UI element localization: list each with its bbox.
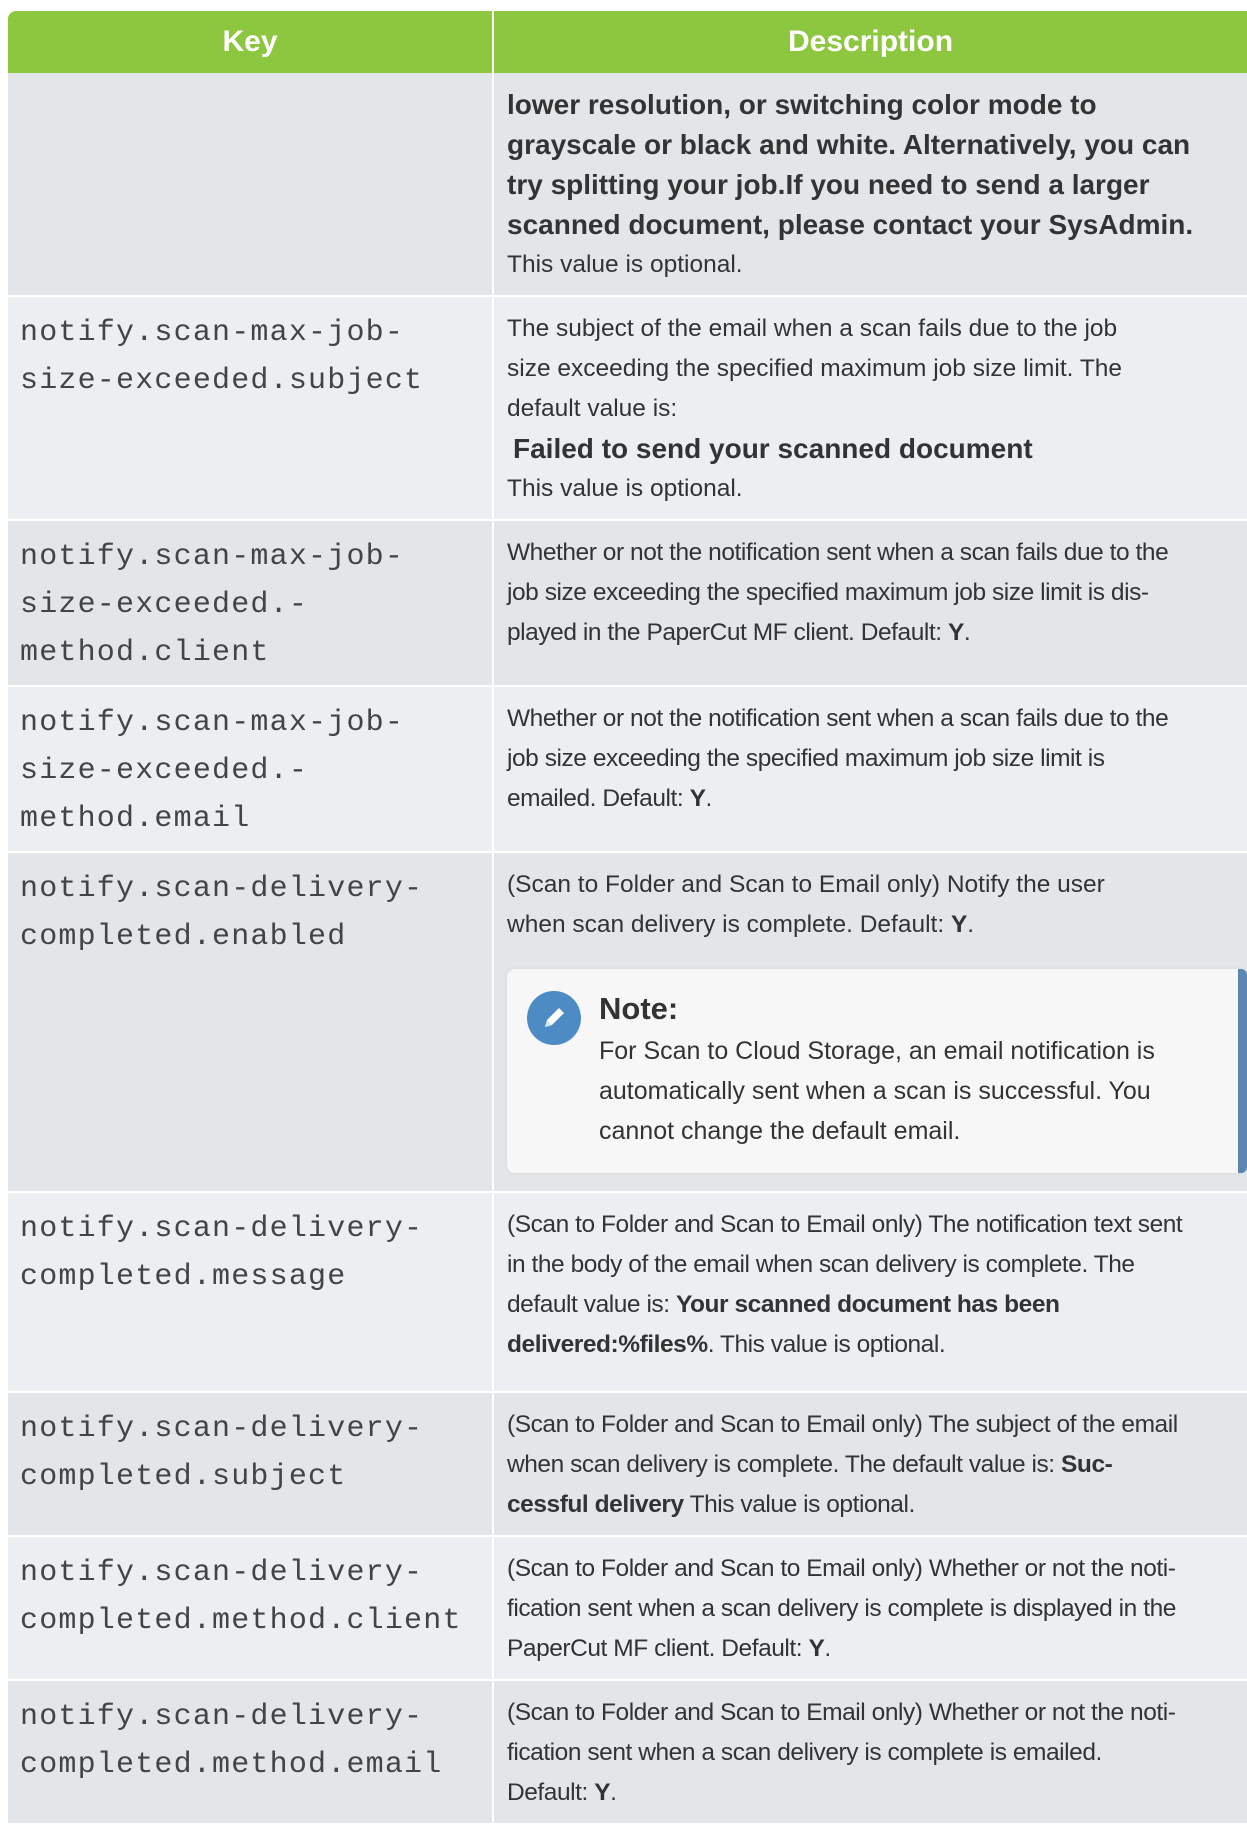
description-cell: Whether or not the notification sent whe… bbox=[493, 686, 1247, 853]
description-line: grayscale or black and white. Alternativ… bbox=[507, 129, 1191, 160]
table-row: notify.scan-delivery- completed.message … bbox=[8, 1192, 1247, 1393]
description-line: Whether or not the notification sent whe… bbox=[507, 539, 1169, 566]
table-row: notify.scan-delivery- completed.method.c… bbox=[8, 1536, 1247, 1681]
note-line: cannot change the default email. bbox=[599, 1117, 961, 1145]
description-cell: (Scan to Folder and Scan to Email only) … bbox=[493, 1192, 1247, 1393]
key-cell: notify.scan-max-job- size-exceeded.subje… bbox=[8, 296, 494, 521]
key-cell: notify.scan-delivery- completed.method.c… bbox=[8, 1536, 494, 1681]
default-value: Y bbox=[594, 1779, 611, 1806]
table-row: notify.scan-max-job- size-exceeded.subje… bbox=[8, 296, 1247, 521]
key-name-line: size-exceeded.- bbox=[20, 754, 309, 788]
description-line: job size exceeding the specified maximum… bbox=[507, 579, 1149, 606]
table-row: notify.scan-max-job- size-exceeded.- met… bbox=[8, 520, 1247, 687]
default-value: Y bbox=[689, 785, 706, 812]
description-cell: (Scan to Folder and Scan to Email only) … bbox=[493, 852, 1247, 1193]
description-line: scanned document, please contact your Sy… bbox=[507, 209, 1194, 240]
table-row: notify.scan-delivery- completed.enabled … bbox=[8, 852, 1247, 1193]
description-line: played in the PaperCut MF client. Defaul… bbox=[507, 619, 948, 646]
table-row: notify.scan-delivery- completed.subject … bbox=[8, 1392, 1247, 1537]
default-value: delivered:%files% bbox=[507, 1331, 708, 1358]
note-line: automatically sent when a scan is succes… bbox=[599, 1077, 1151, 1105]
default-value: Failed to send your scanned document bbox=[513, 433, 1033, 464]
description-line: fication sent when a scan delivery is co… bbox=[507, 1739, 1102, 1766]
key-cell bbox=[8, 73, 494, 297]
key-name-line: notify.scan-delivery- bbox=[20, 1700, 424, 1734]
description-cell: Whether or not the notification sent whe… bbox=[493, 520, 1247, 687]
description-line: job size exceeding the specified maximum… bbox=[507, 745, 1105, 772]
description-line: fication sent when a scan delivery is co… bbox=[507, 1595, 1176, 1622]
description-line: (Scan to Folder and Scan to Email only) … bbox=[507, 871, 1105, 898]
default-value: Your scanned document has been bbox=[675, 1291, 1060, 1318]
description-cell: (Scan to Folder and Scan to Email only) … bbox=[493, 1680, 1247, 1825]
description-line: Default: bbox=[507, 1779, 595, 1806]
description-line: size exceeding the specified maximum job… bbox=[507, 355, 1123, 382]
description-line: when scan delivery is complete. Default: bbox=[507, 911, 951, 938]
description-line: lower resolution, or switching color mod… bbox=[507, 89, 1097, 120]
key-name-line: size-exceeded.- bbox=[20, 588, 309, 622]
table-row: notify.scan-max-job- size-exceeded.- met… bbox=[8, 686, 1247, 853]
pencil-icon bbox=[527, 991, 581, 1045]
description-line: The subject of the email when a scan fai… bbox=[507, 315, 1118, 342]
default-value: Y bbox=[950, 911, 968, 938]
description-line: try splitting your job.If you need to se… bbox=[507, 169, 1150, 200]
key-name-line: completed.enabled bbox=[20, 920, 347, 954]
note-callout: Note: For Scan to Cloud Storage, an emai… bbox=[507, 969, 1247, 1173]
key-name-line: notify.scan-delivery- bbox=[20, 1212, 424, 1246]
key-name-line: completed.method.email bbox=[20, 1748, 443, 1782]
column-header-key: Key bbox=[8, 11, 494, 73]
key-cell: notify.scan-delivery- completed.method.e… bbox=[8, 1680, 494, 1825]
description-cell: (Scan to Folder and Scan to Email only) … bbox=[493, 1392, 1247, 1537]
table-row: notify.scan-delivery- completed.method.e… bbox=[8, 1680, 1247, 1825]
default-value: cessful delivery bbox=[507, 1491, 684, 1518]
key-name-line: notify.scan-max-job- bbox=[20, 316, 405, 350]
note-line: For Scan to Cloud Storage, an email noti… bbox=[599, 1037, 1155, 1065]
key-cell: notify.scan-delivery- completed.enabled bbox=[8, 852, 494, 1193]
key-name-line: notify.scan-max-job- bbox=[20, 706, 405, 740]
description-line: . This value is optional. bbox=[707, 1331, 946, 1358]
key-name-line: size-exceeded.subject bbox=[20, 364, 424, 398]
key-cell: notify.scan-max-job- size-exceeded.- met… bbox=[8, 686, 494, 853]
key-name-line: method.email bbox=[20, 802, 251, 836]
default-value: Y bbox=[808, 1635, 825, 1662]
key-cell: notify.scan-delivery- completed.message bbox=[8, 1192, 494, 1393]
description-line: when scan delivery is complete. The defa… bbox=[507, 1451, 1062, 1478]
description-cell: lower resolution, or switching color mod… bbox=[493, 73, 1247, 297]
key-name-line: completed.message bbox=[20, 1260, 347, 1294]
key-name-line: method.client bbox=[20, 636, 270, 670]
description-line: PaperCut MF client. Default: bbox=[507, 1635, 809, 1662]
description-line: (Scan to Folder and Scan to Email only) … bbox=[507, 1555, 1176, 1582]
key-cell: notify.scan-delivery- completed.subject bbox=[8, 1392, 494, 1537]
key-name-line: notify.scan-delivery- bbox=[20, 1556, 424, 1590]
description-line: Whether or not the notification sent whe… bbox=[507, 705, 1169, 732]
column-header-description: Description bbox=[493, 11, 1247, 73]
description-cell: (Scan to Folder and Scan to Email only) … bbox=[493, 1536, 1247, 1681]
description-line: This value is optional. bbox=[507, 251, 743, 278]
description-line: (Scan to Folder and Scan to Email only) … bbox=[507, 1211, 1183, 1238]
key-cell: notify.scan-max-job- size-exceeded.- met… bbox=[8, 520, 494, 687]
default-value: Y bbox=[947, 619, 964, 646]
description-line: in the body of the email when scan deliv… bbox=[507, 1251, 1135, 1278]
description-line: (Scan to Folder and Scan to Email only) … bbox=[507, 1411, 1178, 1438]
description-line: default value is: bbox=[507, 1291, 676, 1318]
key-name-line: completed.subject bbox=[20, 1460, 347, 1494]
key-name-line: completed.method.client bbox=[20, 1604, 462, 1638]
description-line: This value is optional. bbox=[683, 1491, 916, 1518]
key-name-line: notify.scan-delivery- bbox=[20, 1412, 424, 1446]
key-name-line: notify.scan-max-job- bbox=[20, 540, 405, 574]
table-row: lower resolution, or switching color mod… bbox=[8, 73, 1247, 297]
description-line: This value is optional. bbox=[507, 475, 743, 502]
config-keys-table: Key Description lower resolution, or swi… bbox=[8, 11, 1247, 1825]
table-header-row: Key Description bbox=[8, 11, 1247, 73]
description-line: default value is: bbox=[507, 395, 678, 422]
description-line: (Scan to Folder and Scan to Email only) … bbox=[507, 1699, 1176, 1726]
key-name-line: notify.scan-delivery- bbox=[20, 872, 424, 906]
note-title: Note: bbox=[599, 991, 679, 1026]
default-value: Suc- bbox=[1061, 1451, 1113, 1478]
description-cell: The subject of the email when a scan fai… bbox=[493, 296, 1247, 521]
description-line: emailed. Default: bbox=[507, 785, 690, 812]
